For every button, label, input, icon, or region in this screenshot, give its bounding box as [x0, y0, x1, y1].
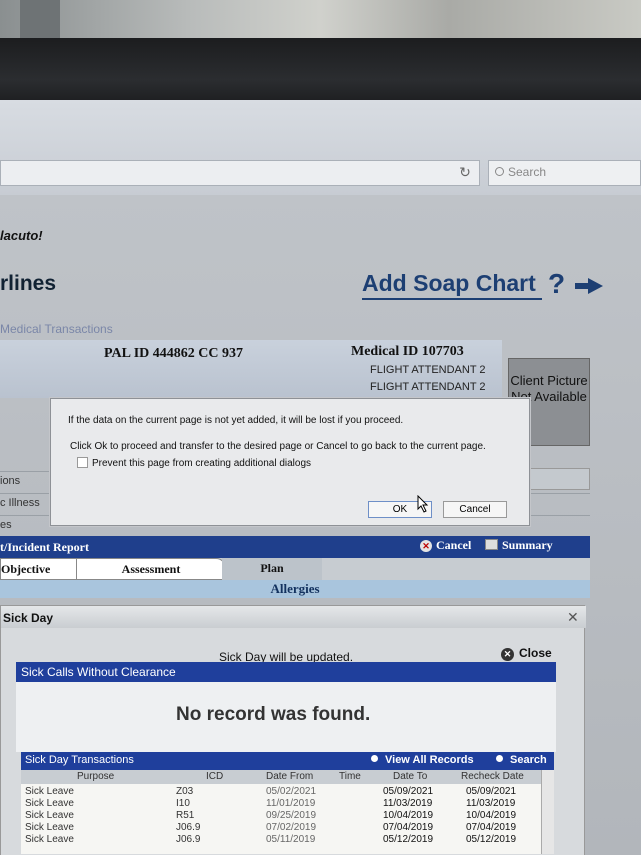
incident-summary-label: Summary — [502, 538, 553, 552]
sick-day-header: Sick Day — [1, 606, 586, 628]
cell-recheck-date: 05/12/2019 — [466, 834, 517, 845]
cell-date-from: 09/25/2019 — [266, 810, 317, 821]
greeting-text: lacuto! — [0, 228, 43, 243]
incident-summary-button[interactable]: Summary — [485, 538, 553, 553]
no-record-text: No record was found. — [176, 704, 371, 725]
bullet-icon — [496, 755, 503, 762]
cell-date-from: 11/01/2019 — [266, 798, 316, 809]
summary-icon — [485, 539, 498, 550]
cell-date-from: 05/11/2019 — [266, 834, 316, 845]
tab-assessment[interactable]: Assessment — [76, 558, 226, 580]
column-header: Date From — [266, 771, 314, 782]
position-2: FLIGHT ATTENDANT 2 — [370, 381, 486, 393]
cell-purpose: Sick Leave — [25, 810, 74, 821]
cancel-icon: ✕ — [420, 540, 432, 552]
column-header: Purpose — [77, 771, 115, 782]
prevent-dialogs-checkbox[interactable]: Prevent this page from creating addition… — [77, 457, 311, 469]
cell-date-from: 05/02/2021 — [266, 786, 317, 797]
cell-date-to: 10/04/2019 — [383, 810, 434, 821]
cell-icd: I10 — [176, 798, 190, 809]
table-row[interactable]: Sick Leave J06.9 07/02/2019 07/04/2019 0… — [21, 822, 541, 834]
cell-purpose: Sick Leave — [25, 798, 74, 809]
checkbox-icon[interactable] — [77, 457, 88, 468]
close-button[interactable]: ✕ Close — [501, 646, 552, 661]
browser-search-field[interactable]: Search — [488, 160, 641, 186]
incident-cancel-label: Cancel — [436, 538, 472, 552]
cell-icd: J06.9 — [176, 822, 201, 833]
dialog-instruction-text: Click Ok to proceed and transfer to the … — [70, 441, 486, 452]
table-row[interactable]: Sick Leave J06.9 05/11/2019 05/12/2019 0… — [21, 834, 541, 846]
cell-icd: R51 — [176, 810, 195, 821]
reload-icon[interactable]: ↻ — [455, 164, 475, 182]
column-header: Recheck Date — [461, 771, 524, 782]
cell-recheck-date: 07/04/2019 — [466, 822, 517, 833]
breadcrumb[interactable]: Medical Transactions — [0, 322, 113, 336]
title-underline — [362, 298, 542, 300]
column-header: Date To — [393, 771, 428, 782]
dialog-warning-text: If the data on the current page is not y… — [68, 415, 404, 426]
cell-date-to: 05/12/2019 — [383, 834, 434, 845]
checkbox-label: Prevent this page from creating addition… — [92, 458, 312, 469]
column-header: ICD — [206, 771, 224, 782]
cell-recheck-date: 11/03/2019 — [466, 798, 516, 809]
page-title: Add Soap Chart — [362, 270, 536, 296]
search-label: Search — [510, 754, 547, 766]
side-field[interactable] — [528, 468, 590, 490]
incident-cancel-button[interactable]: ✕ Cancel — [420, 538, 471, 553]
position-1: FLIGHT ATTENDANT 2 — [370, 364, 486, 376]
transactions-table-header: Purpose ICD Date From Time Date To Reche… — [21, 770, 554, 784]
close-label: Close — [519, 646, 552, 660]
sick-calls-header: Sick Calls Without Clearance — [16, 662, 556, 682]
arrow-right-icon[interactable] — [575, 278, 603, 294]
tab-plan[interactable]: Plan — [222, 558, 322, 580]
mouse-cursor-icon — [417, 495, 429, 513]
column-header: Time — [339, 771, 361, 782]
cell-recheck-date: 05/09/2021 — [466, 786, 517, 797]
cell-purpose: Sick Leave — [25, 822, 74, 833]
help-icon[interactable]: ? — [548, 268, 565, 300]
cell-date-to: 07/04/2019 — [383, 822, 434, 833]
cell-date-to: 05/09/2021 — [383, 786, 434, 797]
cell-recheck-date: 10/04/2019 — [466, 810, 517, 821]
browser-chrome: ↻ Search — [0, 100, 641, 195]
confirm-dialog: If the data on the current page is not y… — [50, 398, 530, 526]
sick-day-panel: Sick Day ✕ Sick Day will be updated. ✕ Cl… — [0, 605, 586, 855]
transactions-search-link[interactable]: Search — [496, 754, 547, 766]
transactions-table-body: Sick Leave Z03 05/02/2021 05/09/2021 05/… — [21, 784, 541, 854]
address-bar[interactable] — [0, 160, 480, 186]
table-scrollbar[interactable] — [541, 770, 554, 854]
search-icon — [495, 167, 504, 176]
cell-purpose: Sick Leave — [25, 834, 74, 845]
medical-id: Medical ID 107703 — [351, 344, 464, 359]
pal-id: PAL ID 444862 CC 937 — [104, 346, 243, 361]
table-row[interactable]: Sick Leave Z03 05/02/2021 05/09/2021 05/… — [21, 786, 541, 798]
cell-date-to: 11/03/2019 — [383, 798, 433, 809]
close-icon[interactable]: ✕ — [567, 609, 579, 626]
brand-name: rlines — [0, 272, 57, 295]
search-placeholder: Search — [508, 165, 547, 179]
allergies-bar[interactable]: Allergies — [0, 580, 590, 598]
cell-icd: J06.9 — [176, 834, 201, 845]
monitor-screen: ↻ Search lacuto! rlines Add Soap Chart ?… — [0, 100, 641, 855]
table-row[interactable]: Sick Leave I10 11/01/2019 11/03/2019 11/… — [21, 798, 541, 810]
table-row[interactable]: Sick Leave R51 09/25/2019 10/04/2019 10/… — [21, 810, 541, 822]
transactions-header: Sick Day Transactions — [21, 752, 554, 770]
incident-title: t/Incident Report — [0, 540, 89, 554]
cancel-button[interactable]: Cancel — [443, 501, 507, 518]
view-all-label: View All Records — [385, 754, 474, 766]
cell-purpose: Sick Leave — [25, 786, 74, 797]
soap-tabs: Objective Assessment Plan — [0, 558, 590, 580]
close-circle-icon: ✕ — [501, 648, 514, 661]
monitor-bezel — [0, 38, 641, 108]
cell-date-from: 07/02/2019 — [266, 822, 317, 833]
cell-icd: Z03 — [176, 786, 194, 797]
bullet-icon — [371, 755, 378, 762]
tab-objective[interactable]: Objective — [0, 558, 80, 580]
view-all-records-link[interactable]: View All Records — [371, 754, 474, 766]
